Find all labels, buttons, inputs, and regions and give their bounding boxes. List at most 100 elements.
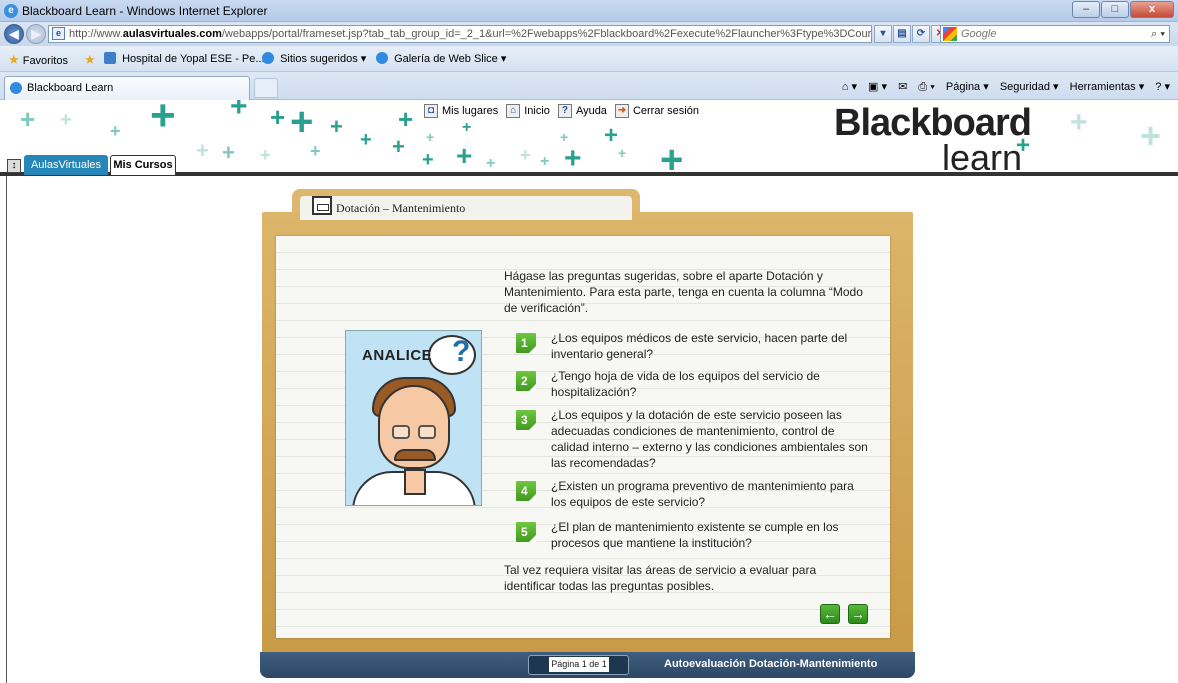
forward-button[interactable]: ▶ [26, 24, 46, 44]
browser-tab-row: Blackboard Learn ⌂ ▾ ▣ ▾ ✉ ⎙ ▾ Página ▾ … [0, 72, 1178, 100]
intro-text: Hágase las preguntas sugeridas, sobre el… [504, 269, 863, 315]
collapse-icon[interactable]: ↕ [7, 159, 21, 173]
question-text: ¿Los equipos médicos de este servicio, h… [551, 331, 848, 361]
equipment-icon [312, 196, 332, 215]
user-icon: ◘ [424, 104, 438, 118]
favorite-label: Sitios sugeridos ▾ [280, 53, 367, 65]
url-path: /webapps/portal/frameset.jsp?tab_tab_gro… [221, 28, 872, 40]
question-text: ¿Tengo hoja de vida de los equipos del s… [551, 369, 820, 399]
command-bar: ⌂ ▾ ▣ ▾ ✉ ⎙ ▾ Página ▾ Seguridad ▾ Herra… [834, 80, 1170, 94]
analice-label: ANALICE [362, 347, 433, 364]
window-titlebar: e Blackboard Learn - Windows Internet Ex… [0, 0, 1178, 22]
security-menu[interactable]: Seguridad ▾ [1000, 81, 1059, 93]
web-slice-icon [376, 52, 388, 64]
address-tools: ▾ ▤ ⟳ ✕ [874, 25, 950, 43]
plus-decoration-icon: + [330, 114, 343, 139]
add-favorite-button[interactable]: ★ [84, 52, 96, 68]
dropdown-icon[interactable]: ▾ [874, 25, 892, 43]
favorite-label: Hospital de Yopal ESE - Pe... [122, 53, 265, 65]
back-button[interactable]: ◀ [4, 24, 24, 44]
window-title: Blackboard Learn - Windows Internet Expl… [22, 4, 268, 18]
glasses-right [418, 425, 436, 439]
question-number-badge: 5 [516, 522, 536, 542]
print-icon[interactable]: ⎙ ▾ [918, 81, 934, 93]
tab-mis-cursos[interactable]: Mis Cursos [110, 155, 176, 175]
favorites-button[interactable]: ★ Favoritos [8, 52, 68, 68]
tab-label: Blackboard Learn [27, 82, 114, 94]
question-number-badge: 1 [516, 333, 536, 353]
address-bar[interactable]: e http://www.aulasvirtuales.com/webapps/… [48, 25, 872, 43]
previous-arrow-button[interactable]: ← [820, 604, 840, 624]
question-number-badge: 2 [516, 371, 536, 391]
ie-icon [10, 82, 22, 94]
maximize-button[interactable]: □ [1101, 1, 1129, 18]
tools-menu[interactable]: Herramientas ▾ [1070, 81, 1145, 93]
question-mark-icon: ? [452, 335, 471, 368]
closing-text: Tal vez requiera visitar las áreas de se… [504, 563, 817, 593]
bb-top-links: ◘ Mis lugares ⌂ Inicio ? Ayuda ➜ Cerrar sesi… [424, 104, 707, 118]
plus-decoration-icon: + [20, 104, 36, 134]
close-button[interactable]: x [1130, 1, 1174, 18]
search-input[interactable]: Google ⌕ ▾ [940, 25, 1170, 43]
new-tab-button[interactable] [254, 78, 278, 98]
footer-title: Autoevaluación Dotación-Mantenimiento [664, 658, 878, 670]
browser-tab-active[interactable]: Blackboard Learn [4, 76, 250, 100]
favorite-link-hospital[interactable]: Hospital de Yopal ESE - Pe... [104, 52, 265, 65]
plus-decoration-icon: + [110, 121, 121, 141]
question-text: ¿Existen un programa preventivo de mante… [551, 479, 854, 509]
logout-link[interactable]: ➜ Cerrar sesión [614, 104, 699, 118]
plus-decoration-icon: + [426, 129, 435, 145]
plus-decoration-icon: + [462, 119, 472, 136]
tab-aulasvirtuales[interactable]: AulasVirtuales [24, 155, 108, 175]
favorite-suggested-sites[interactable]: Sitios sugeridos ▾ [262, 52, 366, 65]
question-text: ¿Los equipos y la dotación de este servi… [551, 408, 868, 470]
next-arrow-button[interactable]: → [848, 604, 868, 624]
refresh-icon[interactable]: ⟳ [912, 25, 930, 43]
plus-decoration-icon: + [1140, 115, 1162, 156]
star-icon: ★ [8, 52, 20, 67]
question-text: ¿El plan de mantenimiento existente se c… [551, 520, 839, 550]
home-icon: ⌂ [506, 104, 521, 118]
home-label: Inicio [524, 105, 550, 117]
logout-icon: ➜ [614, 104, 629, 118]
help-link[interactable]: ? Ayuda [557, 104, 607, 118]
favorites-label: Favoritos [22, 55, 68, 67]
home-icon[interactable]: ⌂ ▾ [842, 81, 857, 93]
help-icon: ? [557, 104, 572, 118]
feeds-icon[interactable]: ▣ ▾ [868, 81, 887, 93]
favorites-bar: ★ Favoritos ★ Hospital de Yopal ESE - Pe… [0, 46, 1178, 72]
doctor-mustache [394, 449, 436, 461]
plus-decoration-icon: + [604, 122, 619, 149]
my-places-label: Mis lugares [442, 105, 499, 117]
ie-icon [262, 52, 274, 64]
page-icon: e [52, 27, 65, 40]
add-favorite-icon: ★ [84, 52, 96, 67]
plus-decoration-icon: + [60, 109, 72, 131]
search-placeholder: Google [961, 28, 997, 40]
compatibility-icon[interactable]: ▤ [893, 25, 911, 43]
favorite-site-icon [104, 52, 116, 64]
analice-illustration: ? ANALICE [345, 330, 482, 506]
page-indicator: Página 1 de 1 [549, 657, 609, 672]
question-number-badge: 4 [516, 481, 536, 501]
minimize-button[interactable]: – [1072, 1, 1100, 18]
google-icon [943, 27, 957, 41]
plus-decoration-icon: + [398, 104, 414, 134]
mail-icon[interactable]: ✉ [898, 81, 907, 93]
glasses-left [392, 425, 410, 439]
search-icon[interactable]: ⌕ ▾ [1151, 26, 1165, 42]
plus-decoration-icon: + [270, 102, 286, 132]
my-places-link[interactable]: ◘ Mis lugares [424, 104, 498, 118]
help-icon[interactable]: ? ▾ [1155, 81, 1170, 93]
home-link[interactable]: ⌂ Inicio [506, 104, 550, 118]
frame-divider [6, 176, 7, 683]
help-label: Ayuda [575, 105, 607, 117]
logout-label: Cerrar sesión [632, 105, 699, 117]
folder-title: Dotación – Mantenimiento [336, 201, 466, 215]
doctor-neck [404, 469, 426, 495]
plus-decoration-icon: + [360, 129, 372, 151]
favorite-web-slice[interactable]: Galería de Web Slice ▾ [376, 52, 506, 65]
plus-decoration-icon: + [150, 100, 176, 140]
page-menu[interactable]: Página ▾ [946, 81, 989, 93]
bb-tab-bar [0, 153, 1178, 176]
